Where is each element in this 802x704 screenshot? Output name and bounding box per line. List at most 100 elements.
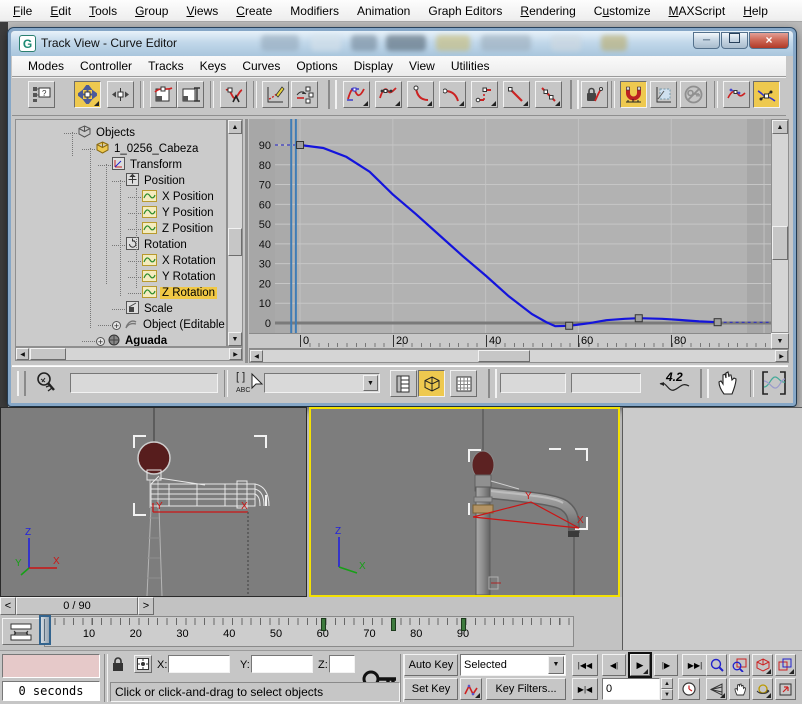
set-tangents-smooth-button[interactable]	[535, 81, 562, 108]
graph-hscrollbar[interactable]: ◀ ▶	[249, 349, 789, 363]
menu-customize[interactable]: Customize	[585, 1, 660, 21]
set-key-button[interactable]: Set Key	[404, 678, 458, 700]
tree-item-z-position[interactable]: Z Position	[16, 221, 215, 237]
tree-item-y-position[interactable]: Y Position	[16, 205, 216, 221]
track-set-name-input[interactable]	[70, 373, 218, 393]
minimize-button[interactable]: ─	[693, 32, 720, 49]
expander-icon[interactable]: +	[96, 337, 105, 346]
maximize-button[interactable]	[721, 32, 748, 49]
tree-scroll-down-button[interactable]: ▼	[228, 332, 242, 346]
menu-view[interactable]: View	[401, 56, 443, 76]
tree-item-y-rotation[interactable]: Y Rotation	[16, 269, 218, 285]
tree-item-rotation[interactable]: Rotation	[16, 237, 189, 253]
zoom-all-button[interactable]	[729, 654, 750, 676]
zoom-extents-all-button[interactable]	[775, 654, 796, 676]
orbit-button[interactable]	[752, 678, 773, 700]
curve-key[interactable]	[297, 142, 304, 149]
time-configuration-button[interactable]	[678, 678, 700, 700]
add-keys-button[interactable]	[220, 81, 247, 108]
key-mode-toggle-button[interactable]: ▶|◀	[572, 678, 598, 700]
snap-frames-button[interactable]	[620, 81, 647, 108]
menu-create[interactable]: Create	[227, 1, 281, 21]
menu-views[interactable]: Views	[177, 1, 227, 21]
close-button[interactable]: ×	[749, 32, 789, 49]
menu-group[interactable]: Group	[126, 1, 177, 21]
selection-lock-icon[interactable]	[111, 656, 125, 675]
previous-frame-button[interactable]: ◀|	[602, 654, 626, 676]
tree-scroll-up-button[interactable]: ▲	[228, 120, 242, 134]
curve-plot-area[interactable]: 9080706050403020100	[249, 119, 771, 333]
field-of-view-button[interactable]	[706, 678, 727, 700]
curve-time-ruler[interactable]: 020406080	[249, 333, 771, 349]
maxscript-mini-listener[interactable]	[2, 654, 100, 678]
zoom-extents-button[interactable]	[752, 654, 773, 676]
tree-item-position[interactable]: Position	[16, 173, 187, 189]
menu-rendering[interactable]: Rendering	[511, 1, 584, 21]
key-value-input[interactable]	[571, 373, 641, 393]
set-tangents-fast-button[interactable]	[407, 81, 434, 108]
default-in-out-tangents-button[interactable]	[460, 678, 482, 700]
time-slider-display[interactable]: 0 / 90	[16, 597, 138, 615]
selection-set-dropdown-arrow[interactable]: ▼	[548, 656, 564, 674]
graph-vscroll-thumb[interactable]	[772, 226, 788, 260]
tree-item-1-0256-cabeza[interactable]: 1_0256_Cabeza	[16, 141, 200, 157]
graph-scroll-right-button[interactable]: ▶	[775, 350, 788, 362]
menu-modifiers[interactable]: Modifiers	[281, 1, 348, 21]
trackbar-key[interactable]	[321, 618, 326, 631]
pan-view-button[interactable]	[729, 678, 750, 700]
curve-key[interactable]	[714, 319, 721, 326]
tree-scroll-right-button[interactable]: ▶	[229, 348, 242, 360]
edit-track-set-icon[interactable]: [ ]ABC	[234, 368, 264, 401]
menu-graph-editors[interactable]: Graph Editors	[419, 1, 511, 21]
play-button[interactable]: ▶	[630, 654, 650, 676]
frame-spin-down[interactable]: ▼	[661, 689, 673, 700]
time-slider-handle[interactable]	[39, 615, 51, 645]
track-bar-ruler[interactable]: 102030405060708090	[44, 616, 574, 647]
tree-item-objects[interactable]: Objects	[16, 125, 137, 141]
tree-item-transform[interactable]: Transform	[16, 157, 184, 173]
zoom-selected-object-icon[interactable]	[34, 370, 60, 399]
expander-icon[interactable]: +	[112, 321, 121, 330]
frame-spinner[interactable]: ▲ ▼	[661, 678, 673, 700]
tree-item-object-editable-poly-[interactable]: +Object (Editable Poly)	[16, 317, 227, 333]
next-frame-button[interactable]: |▶	[654, 654, 678, 676]
menu-curves[interactable]: Curves	[234, 56, 288, 76]
selection-set-dropdown[interactable]: Selected ▼	[460, 654, 566, 676]
menu-options[interactable]: Options	[288, 56, 345, 76]
move-keys-button[interactable]	[74, 81, 101, 108]
next-frame-arrow[interactable]: >	[138, 597, 154, 615]
menu-controller[interactable]: Controller	[72, 56, 140, 76]
menu-utilities[interactable]: Utilities	[443, 56, 498, 76]
set-tangents-slow-button[interactable]	[439, 81, 466, 108]
previous-frame-arrow[interactable]: <	[0, 597, 16, 615]
tree-item-scale[interactable]: Scale	[16, 301, 175, 317]
tree-scroll-left-button[interactable]: ◀	[16, 348, 29, 360]
tree-item-x-rotation[interactable]: X Rotation	[16, 253, 218, 269]
track-set-dropdown[interactable]: ▼	[264, 373, 380, 393]
tree-item-aguada[interactable]: +Aguada	[16, 333, 169, 347]
scale-keys-button[interactable]	[150, 81, 177, 108]
spreadsheet-mode-button[interactable]	[450, 370, 477, 397]
show-tangents-button[interactable]	[723, 81, 750, 108]
tree-item-x-position[interactable]: X Position	[16, 189, 216, 205]
auto-key-button[interactable]: Auto Key	[404, 654, 458, 676]
graph-scroll-left-button[interactable]: ◀	[250, 350, 263, 362]
curve-key[interactable]	[566, 322, 573, 329]
graph-scroll-up-button[interactable]: ▲	[772, 120, 788, 134]
menu-display[interactable]: Display	[346, 56, 401, 76]
menu-help[interactable]: Help	[734, 1, 777, 21]
set-tangents-auto-button[interactable]	[343, 81, 370, 108]
filter-selected-objects-button[interactable]	[418, 370, 445, 397]
graph-hscroll-thumb[interactable]	[478, 350, 530, 362]
open-mini-curve-editor-button[interactable]	[2, 618, 40, 645]
graph-vscrollbar[interactable]: ▲	[771, 119, 789, 333]
menu-keys[interactable]: Keys	[192, 56, 235, 76]
set-tangents-linear-button[interactable]	[503, 81, 530, 108]
trackbar-key[interactable]	[461, 618, 466, 631]
set-tangents-step-button[interactable]	[471, 81, 498, 108]
menu-edit[interactable]: Edit	[41, 1, 80, 21]
key-filters-button[interactable]: Key Filters...	[486, 678, 566, 700]
tree-vscroll-thumb[interactable]	[228, 228, 242, 256]
scale-values-button[interactable]	[177, 81, 204, 108]
slide-keys-button[interactable]	[107, 81, 134, 108]
